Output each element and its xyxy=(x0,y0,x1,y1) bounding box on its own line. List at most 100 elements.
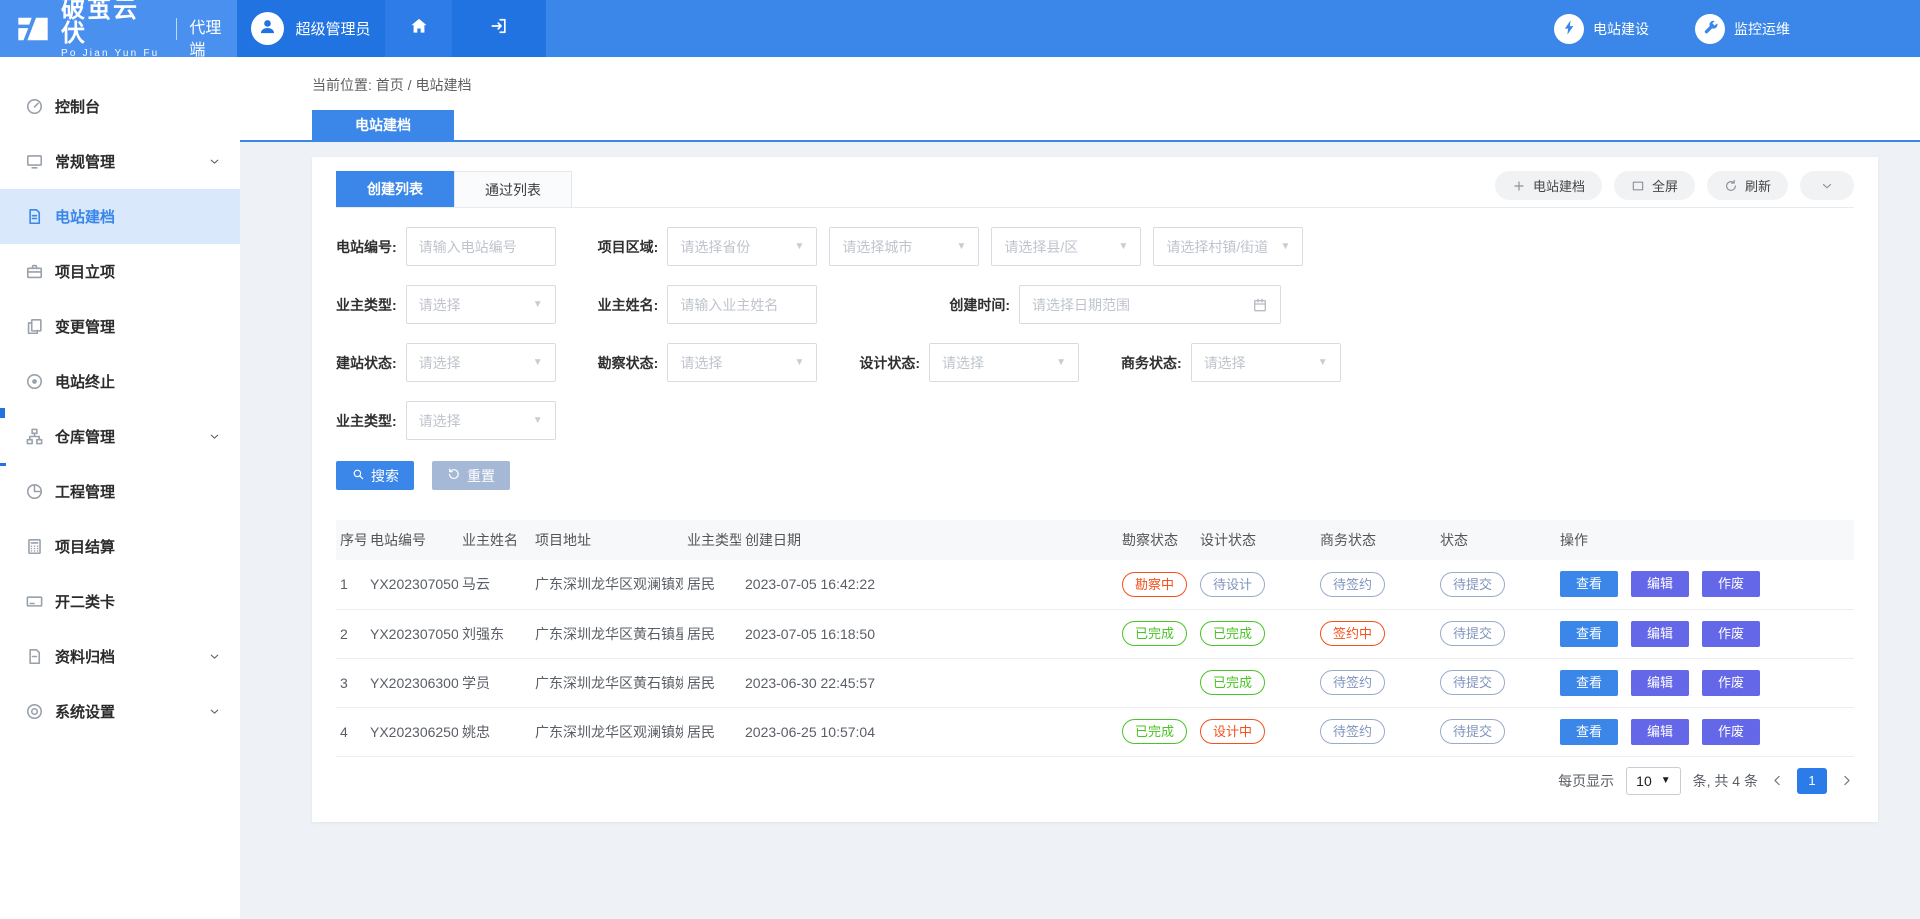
sidebar-item-warehouse[interactable]: 仓库管理 xyxy=(0,409,240,464)
page-tab-station-archive[interactable]: 电站建档 xyxy=(312,110,454,140)
collapse-button[interactable] xyxy=(1800,171,1854,200)
sidebar-item-label: 项目立项 xyxy=(55,261,115,282)
home-button[interactable] xyxy=(385,0,452,57)
filter-label: 项目区域: xyxy=(598,237,659,257)
column-header: 电站编号 xyxy=(366,520,458,560)
cell-status: 待签约 xyxy=(1316,658,1436,707)
refresh-button[interactable]: 刷新 xyxy=(1707,171,1788,200)
filter-form: 电站编号:请输入电站编号项目区域:请选择省份▼请选择城市▼请选择县/区▼请选择村… xyxy=(336,227,1854,440)
fullscreen-button[interactable]: 全屏 xyxy=(1614,171,1695,200)
filter-select[interactable]: 请选择▼ xyxy=(667,343,817,382)
sidebar-item-project-initiation[interactable]: 项目立项 xyxy=(0,244,240,299)
cell-owner_type: 居民 xyxy=(683,560,741,609)
chevron-down-icon: ▼ xyxy=(1318,357,1328,368)
sidebar-item-station-archive[interactable]: 电站建档 xyxy=(0,189,240,244)
status-badge: 勘察中 xyxy=(1122,572,1187,597)
user-icon xyxy=(257,16,278,42)
filter-select[interactable]: 请选择城市▼ xyxy=(829,227,979,266)
cell-status: 待签约 xyxy=(1316,707,1436,756)
void-button[interactable]: 作废 xyxy=(1702,719,1760,745)
sidebar-item-system-settings[interactable]: 系统设置 xyxy=(0,684,240,739)
sidebar-item-station-termination[interactable]: 电站终止 xyxy=(0,354,240,409)
status-badge: 待提交 xyxy=(1440,621,1505,646)
cell-no: 4 xyxy=(336,707,366,756)
sidebar-item-change-management[interactable]: 变更管理 xyxy=(0,299,240,354)
view-button[interactable]: 查看 xyxy=(1560,571,1618,597)
sidebar-item-label: 资料归档 xyxy=(55,646,115,667)
edit-button[interactable]: 编辑 xyxy=(1631,670,1689,696)
quick-link-monitor-ops[interactable]: 监控运维 xyxy=(1695,14,1790,44)
sidebar-item-engineering[interactable]: 工程管理 xyxy=(0,464,240,519)
per-page-select[interactable]: 10 ▼ xyxy=(1626,767,1680,795)
edit-button[interactable]: 编辑 xyxy=(1631,719,1689,745)
sidebar-item-label: 常规管理 xyxy=(55,151,115,172)
page-number-button[interactable]: 1 xyxy=(1797,768,1827,794)
target-icon xyxy=(25,702,44,721)
sidebar-item-second-class-card[interactable]: 开二类卡 xyxy=(0,574,240,629)
sidebar-item-label: 变更管理 xyxy=(55,316,115,337)
view-button[interactable]: 查看 xyxy=(1560,670,1618,696)
filter-select[interactable]: 请选择▼ xyxy=(929,343,1079,382)
edit-button[interactable]: 编辑 xyxy=(1631,621,1689,647)
void-button[interactable]: 作废 xyxy=(1702,571,1760,597)
cell-status: 已完成 xyxy=(1196,658,1316,707)
placeholder-text: 请选择 xyxy=(419,353,461,373)
briefcase-icon xyxy=(25,262,44,281)
cell-status: 待提交 xyxy=(1436,707,1556,756)
search-button[interactable]: 搜索 xyxy=(336,461,414,490)
filter-select[interactable]: 请选择▼ xyxy=(406,343,556,382)
cell-actions: 查看编辑作废 xyxy=(1556,609,1854,658)
sidebar-item-data-archive[interactable]: 资料归档 xyxy=(0,629,240,684)
cell-status: 待提交 xyxy=(1436,560,1556,609)
chevron-down-icon: ▼ xyxy=(533,299,543,310)
filter-select[interactable]: 请选择村镇/街道▼ xyxy=(1153,227,1303,266)
brand-tag: 代理端 xyxy=(176,18,237,40)
status-badge: 已完成 xyxy=(1200,621,1265,646)
sidebar-item-console[interactable]: 控制台 xyxy=(0,79,240,134)
sidebar-item-project-settlement[interactable]: 项目结算 xyxy=(0,519,240,574)
prev-page-button[interactable] xyxy=(1770,773,1785,788)
filter-label: 业主姓名: xyxy=(598,295,659,315)
filter-label: 设计状态: xyxy=(859,353,920,373)
sidebar-item-label: 电站终止 xyxy=(55,371,115,392)
tab-create-list[interactable]: 创建列表 xyxy=(336,171,454,207)
reset-button[interactable]: 重置 xyxy=(432,461,510,490)
sidebar-item-label: 电站建档 xyxy=(55,206,115,227)
status-badge: 设计中 xyxy=(1200,719,1265,744)
cell-no: 2 xyxy=(336,609,366,658)
user-menu[interactable]: 超级管理员 xyxy=(237,0,385,57)
view-button[interactable]: 查看 xyxy=(1560,719,1618,745)
filter-input[interactable]: 请输入电站编号 xyxy=(406,227,556,266)
chevron-down-icon xyxy=(208,650,221,663)
filter-select[interactable]: 请选择▼ xyxy=(406,285,556,324)
quick-link-station-build[interactable]: 电站建设 xyxy=(1554,14,1649,44)
filter-select[interactable]: 请选择▼ xyxy=(406,401,556,440)
filter-actions: 搜索 重置 xyxy=(336,461,1854,490)
filter-select[interactable]: 请选择▼ xyxy=(1191,343,1341,382)
filter-input[interactable]: 请输入业主姓名 xyxy=(667,285,817,324)
content-body: 创建列表 通过列表 电站建档 全屏 xyxy=(240,142,1920,919)
table-header-row: 序号电站编号业主姓名项目地址业主类型创建日期勘察状态设计状态商务状态状态操作 xyxy=(336,520,1854,560)
sidebar-item-general-management[interactable]: 常规管理 xyxy=(0,134,240,189)
logout-button[interactable] xyxy=(452,0,546,57)
void-button[interactable]: 作废 xyxy=(1702,621,1760,647)
chevron-down-icon: ▼ xyxy=(794,241,804,252)
cell-code: YX2023070500010 xyxy=(366,609,458,658)
filter-select[interactable]: 请选择县/区▼ xyxy=(991,227,1141,266)
cell-code: YX2023062500004 xyxy=(366,707,458,756)
view-button[interactable]: 查看 xyxy=(1560,621,1618,647)
column-header: 状态 xyxy=(1436,520,1556,560)
next-page-button[interactable] xyxy=(1839,773,1854,788)
void-button[interactable]: 作废 xyxy=(1702,670,1760,696)
cell-code: YX2023063000009 xyxy=(366,658,458,707)
tab-passed-list[interactable]: 通过列表 xyxy=(454,171,572,207)
monitor-icon xyxy=(25,152,44,171)
search-icon xyxy=(351,467,365,484)
filter-select[interactable]: 请选择省份▼ xyxy=(667,227,817,266)
filter-date[interactable]: 请选择日期范围 xyxy=(1019,285,1281,324)
calculator-icon xyxy=(25,537,44,556)
panel-toolbar: 电站建档 全屏 刷新 xyxy=(1495,171,1854,207)
create-archive-button[interactable]: 电站建档 xyxy=(1495,171,1602,200)
document-icon xyxy=(25,207,44,226)
edit-button[interactable]: 编辑 xyxy=(1631,571,1689,597)
